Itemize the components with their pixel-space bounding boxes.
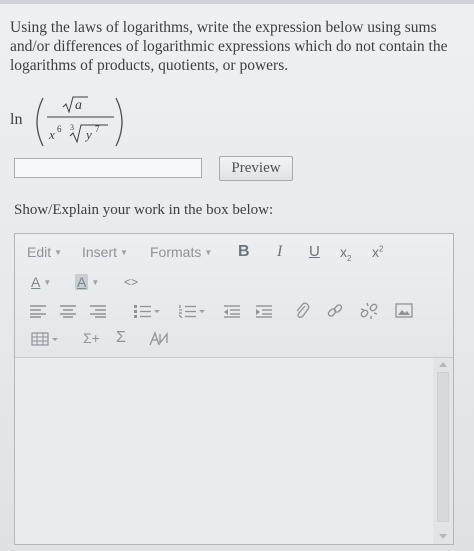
superscript-mark: 2 xyxy=(379,244,384,254)
unlink-icon[interactable] xyxy=(360,302,378,320)
preview-button[interactable]: Preview xyxy=(219,156,293,181)
align-center-icon[interactable] xyxy=(59,304,77,318)
rich-text-editor: Edit ▼ Insert ▼ Formats ▼ B I U x2 x2 A ▼ A ▼ xyxy=(14,233,454,545)
math-symbol-icon[interactable] xyxy=(149,331,169,347)
outdent-icon[interactable] xyxy=(223,304,241,318)
link-icon[interactable] xyxy=(326,302,344,320)
subscript-button[interactable]: x2 xyxy=(340,244,351,263)
math-expression: ln a x 6 3 y 7 xyxy=(10,96,123,147)
superscript-button[interactable]: x2 xyxy=(372,244,383,260)
image-icon[interactable] xyxy=(395,303,413,318)
source-code-button[interactable]: <> xyxy=(124,275,138,289)
underline-button[interactable]: U xyxy=(309,243,320,260)
insert-menu-label: Insert xyxy=(82,244,118,260)
question-text: Using the laws of logarithms, write the … xyxy=(10,19,448,74)
font-color-label: A xyxy=(31,274,41,290)
ln-label: ln xyxy=(10,111,22,128)
paperclip-icon[interactable] xyxy=(294,302,310,320)
align-right-icon[interactable] xyxy=(89,304,107,318)
background-color-button[interactable]: A ▼ xyxy=(75,274,99,290)
insert-menu[interactable]: Insert ▼ xyxy=(82,244,128,260)
table-icon[interactable] xyxy=(31,332,59,346)
italic-button[interactable]: I xyxy=(277,243,282,261)
scroll-down-icon[interactable] xyxy=(439,534,447,540)
bullet-list-icon[interactable] xyxy=(133,304,161,318)
answer-input[interactable] xyxy=(14,158,202,178)
root-radicand-base: y xyxy=(84,127,92,142)
subscript-x: x xyxy=(340,244,347,260)
root-radicand-exponent: 7 xyxy=(95,124,100,134)
formats-menu[interactable]: Formats ▼ xyxy=(150,244,212,260)
editor-scrollbar[interactable] xyxy=(433,358,453,544)
indent-icon[interactable] xyxy=(255,304,273,318)
page: Using the laws of logarithms, write the … xyxy=(0,0,474,551)
background-color-label: A xyxy=(75,274,89,290)
bold-button[interactable]: B xyxy=(238,243,250,261)
root-index: 3 xyxy=(70,123,74,132)
insert-equation-button[interactable]: Σ+ xyxy=(83,330,100,346)
editor-content-area[interactable] xyxy=(15,358,453,544)
edit-menu[interactable]: Edit ▼ xyxy=(27,244,62,260)
scroll-up-icon[interactable] xyxy=(439,361,447,367)
sigma-button[interactable]: Σ xyxy=(116,329,126,347)
edit-menu-label: Edit xyxy=(27,244,52,260)
font-color-button[interactable]: A ▼ xyxy=(31,274,51,290)
scroll-thumb[interactable] xyxy=(437,372,449,522)
subscript-mark: 2 xyxy=(347,253,352,263)
formats-menu-label: Formats xyxy=(150,244,202,260)
work-instructions: Show/Explain your work in the box below: xyxy=(14,202,274,218)
editor-toolbar: Edit ▼ Insert ▼ Formats ▼ B I U x2 x2 A ▼ A ▼ xyxy=(15,234,453,358)
denominator-exponent: 6 xyxy=(57,124,62,134)
align-left-icon[interactable] xyxy=(29,304,47,318)
numbered-list-icon[interactable] xyxy=(178,304,206,318)
numerator-radicand: a xyxy=(75,98,82,113)
denominator-base: x xyxy=(48,127,55,142)
superscript-x: x xyxy=(372,244,379,260)
top-edge xyxy=(0,0,474,4)
